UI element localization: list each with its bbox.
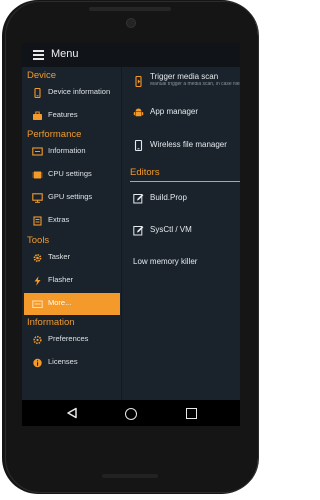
section-tools: Tools [27, 235, 50, 246]
gear-icon [33, 254, 42, 262]
lightning-icon [34, 276, 41, 286]
settings-icon [33, 335, 42, 345]
media-scan-icon [135, 76, 142, 87]
toolbox-icon [32, 300, 43, 308]
list-item-low-memory-killer[interactable]: Low memory killer [122, 250, 240, 274]
drawer-item-label: GPU settings [48, 192, 93, 201]
back-icon[interactable] [66, 407, 78, 419]
drawer-item-label: Flasher [48, 275, 74, 284]
recents-icon[interactable] [186, 408, 197, 419]
drawer-item-features[interactable]: Features [22, 105, 121, 127]
edit-icon [133, 226, 144, 236]
hamburger-menu-icon[interactable] [33, 50, 44, 60]
drawer-item-licenses[interactable]: Licenses [22, 352, 121, 374]
wireless-phone-icon [134, 140, 143, 151]
drawer-item-more[interactable]: More... [24, 293, 120, 315]
editors-section-title: Editors [130, 167, 160, 178]
monitor-info-icon [32, 147, 43, 156]
info-icon [33, 358, 42, 368]
list-item-trigger-media-scan[interactable]: Trigger media scan Manual trigger a medi… [122, 69, 240, 93]
home-icon[interactable] [125, 408, 137, 420]
list-item-title: App manager [150, 107, 199, 116]
drawer-item-extras[interactable]: Extras [22, 210, 121, 232]
editors-divider [130, 181, 240, 182]
list-item-title: Build.Prop [150, 193, 187, 202]
cpu-icon [32, 171, 43, 179]
drawer-item-information[interactable]: Information [22, 141, 121, 163]
drawer-item-label: Device information [48, 87, 111, 96]
drawer-item-label: Tasker [48, 252, 71, 261]
drawer-item-gpu-settings[interactable]: GPU settings [22, 187, 121, 209]
front-camera [126, 18, 136, 28]
display-icon [32, 193, 43, 203]
drawer-item-label: More... [48, 298, 72, 307]
list-item-wireless-file-manager[interactable]: Wireless file manager [122, 133, 240, 157]
list-item-build-prop[interactable]: Build.Prop [122, 186, 240, 210]
earpiece-speaker [89, 7, 171, 11]
phone-icon [34, 88, 41, 98]
drawer-item-label: Licenses [48, 357, 78, 366]
list-item-title: Trigger media scan [150, 72, 219, 81]
more-tools-list: Trigger media scan Manual trigger a medi… [122, 67, 240, 400]
section-performance: Performance [27, 129, 82, 140]
drawer-item-label: CPU settings [48, 169, 92, 178]
drawer-item-flasher[interactable]: Flasher [22, 270, 121, 292]
edit-icon [133, 194, 144, 204]
android-icon [133, 108, 144, 117]
list-item-description: Manual trigger a media scan, in case fil… [150, 82, 240, 87]
navigation-drawer: Device Device information Features Perfo… [22, 67, 122, 400]
wrench-icon [33, 216, 42, 226]
drawer-item-preferences[interactable]: Preferences [22, 329, 121, 351]
action-bar-title: Menu [51, 48, 79, 60]
drawer-item-label: Preferences [48, 334, 89, 343]
briefcase-icon [33, 111, 42, 120]
list-item-title: Low memory killer [133, 257, 198, 266]
drawer-item-cpu-settings[interactable]: CPU settings [22, 164, 121, 186]
drawer-item-label: Information [48, 146, 86, 155]
section-device: Device [27, 70, 57, 81]
app-screen: Menu Device Device information Features … [22, 43, 240, 426]
drawer-item-device-information[interactable]: Device information [22, 82, 121, 104]
section-information: Information [27, 317, 75, 328]
list-item-app-manager[interactable]: App manager [122, 100, 240, 124]
drawer-item-label: Features [48, 110, 78, 119]
drawer-item-label: Extras [48, 215, 70, 224]
list-item-title: Wireless file manager [150, 140, 227, 149]
drawer-item-tasker[interactable]: Tasker [22, 247, 121, 269]
list-item-sysctl-vm[interactable]: SysCtl / VM [122, 218, 240, 242]
bottom-speaker [102, 474, 158, 478]
system-navigation-bar [22, 400, 240, 426]
action-bar: Menu [22, 43, 240, 67]
list-item-title: SysCtl / VM [150, 225, 192, 234]
